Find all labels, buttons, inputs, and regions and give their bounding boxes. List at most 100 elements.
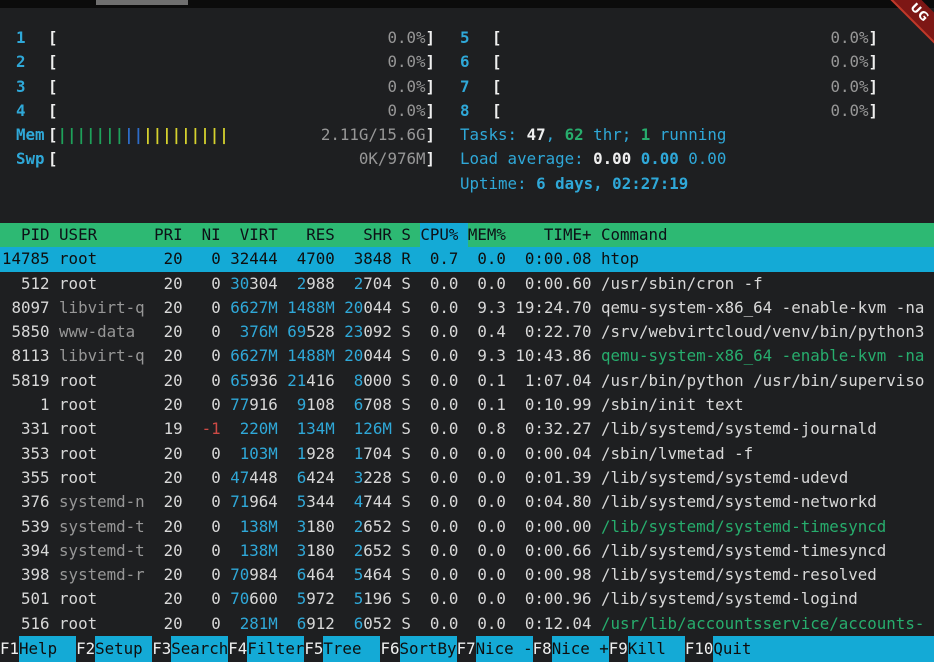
column-gap bbox=[221, 539, 231, 563]
process-row[interactable]: 355root2004744864243228S0.00.00:01.39/li… bbox=[0, 466, 934, 490]
cpu-meter-8-bar bbox=[502, 99, 831, 123]
cpu-meter-2-value: 0.0% bbox=[387, 50, 425, 74]
cell-time: 0:04.80 bbox=[515, 490, 591, 514]
process-row[interactable]: 5819root20065936214168000S0.00.11:07.04/… bbox=[0, 369, 934, 393]
process-row[interactable]: 5850www-data200376M6952823092S0.00.40:22… bbox=[0, 320, 934, 344]
column-gap bbox=[50, 296, 60, 320]
column-gap bbox=[50, 515, 60, 539]
shr-remainder: 744 bbox=[363, 492, 392, 511]
process-row[interactable]: 516root200281M69126052S0.00.00:12.04/usr… bbox=[0, 612, 934, 636]
cell-mem: 0.0 bbox=[468, 563, 506, 587]
column-header-cmd[interactable]: Command bbox=[601, 223, 934, 247]
cell-user: root bbox=[59, 369, 145, 393]
column-gap bbox=[458, 272, 468, 296]
res-remainder: 912 bbox=[306, 614, 335, 633]
column-header-cpu[interactable]: CPU% bbox=[420, 223, 458, 247]
fkey-f8-nice[interactable]: F8Nice + bbox=[533, 636, 609, 662]
fkey-f1-help[interactable]: F1Help bbox=[0, 636, 76, 662]
fkey-f4-filter[interactable]: F4Filter bbox=[228, 636, 304, 662]
fkey-f6-sortby[interactable]: F6SortBy bbox=[380, 636, 456, 662]
shr-magnitude: 3 bbox=[354, 249, 364, 268]
cell-mem: 0.0 bbox=[468, 442, 506, 466]
fkey-f9-kill[interactable]: F9Kill bbox=[609, 636, 685, 662]
cell-cpu: 0.0 bbox=[420, 393, 458, 417]
column-header-time[interactable]: TIME+ bbox=[515, 223, 591, 247]
fkey-key: F4 bbox=[228, 636, 247, 662]
column-gap bbox=[335, 587, 345, 611]
column-header-pid[interactable]: PID bbox=[2, 223, 50, 247]
threads-count: 62 bbox=[565, 125, 584, 144]
scrollbar-thumb[interactable] bbox=[96, 0, 188, 5]
column-gap bbox=[183, 417, 193, 441]
process-row[interactable]: 353root200103M19281704S0.00.00:00.04/sbi… bbox=[0, 442, 934, 466]
res-magnitude: 3 bbox=[297, 541, 307, 560]
fkey-f3-search[interactable]: F3Search bbox=[152, 636, 228, 662]
cell-user: root bbox=[59, 587, 145, 611]
cell-pid: 8097 bbox=[2, 296, 50, 320]
cell-time: 0:00.98 bbox=[515, 563, 591, 587]
process-row[interactable]: 376systemd-n2007196453444744S0.00.00:04.… bbox=[0, 490, 934, 514]
cell-virt: 77916 bbox=[230, 393, 278, 417]
fkey-f10-quit[interactable]: F10Quit bbox=[685, 636, 934, 662]
column-header-shr[interactable]: SHR bbox=[344, 223, 392, 247]
cpu-meter-1: 1[0.0%] bbox=[16, 26, 435, 50]
column-gap bbox=[50, 369, 60, 393]
column-header-mem[interactable]: MEM% bbox=[468, 223, 506, 247]
cell-pid: 5819 bbox=[2, 369, 50, 393]
meter-open-bracket: [ bbox=[492, 26, 502, 50]
cpu-meter-5-label: 5 bbox=[460, 26, 492, 50]
column-header-st[interactable]: S bbox=[401, 223, 411, 247]
cell-res: 3180 bbox=[287, 515, 335, 539]
cell-cmd: /lib/systemd/systemd-journald bbox=[601, 417, 934, 441]
column-header-ni[interactable]: NI bbox=[192, 223, 221, 247]
process-row[interactable]: 8113libvirt-q2006627M1488M20044S0.09.310… bbox=[0, 344, 934, 368]
cell-st: S bbox=[401, 393, 411, 417]
column-gap bbox=[335, 515, 345, 539]
virt-magnitude: 30 bbox=[230, 274, 249, 293]
uptime-value: 6 days, 02:27:19 bbox=[536, 174, 688, 193]
shr-magnitude: 5 bbox=[354, 589, 364, 608]
fkey-key: F5 bbox=[304, 636, 323, 662]
column-gap bbox=[278, 272, 288, 296]
column-gap bbox=[221, 272, 231, 296]
column-gap bbox=[221, 247, 231, 271]
cell-user: systemd-t bbox=[59, 539, 145, 563]
meter-open-bracket: [ bbox=[48, 123, 58, 147]
fkey-f7-nice[interactable]: F7Nice - bbox=[457, 636, 533, 662]
cell-virt: 32444 bbox=[230, 247, 278, 271]
cell-cmd: htop bbox=[601, 247, 934, 271]
res-magnitude: 2 bbox=[297, 274, 307, 293]
meter-open-bracket: [ bbox=[48, 26, 58, 50]
process-row[interactable]: 1root2007791691086708S0.00.10:10.99/sbin… bbox=[0, 393, 934, 417]
column-gap bbox=[335, 442, 345, 466]
mem-meter-segment-yellow: ||||||||| bbox=[143, 125, 229, 144]
column-header-res[interactable]: RES bbox=[287, 223, 335, 247]
column-header-pri[interactable]: PRI bbox=[154, 223, 183, 247]
shr-magnitude: 6 bbox=[354, 395, 364, 414]
fkey-label: Kill bbox=[628, 636, 685, 662]
process-row[interactable]: 331root19-1220M134M126MS0.00.80:32.27/li… bbox=[0, 417, 934, 441]
shr-magnitude: 2 bbox=[354, 517, 364, 536]
process-row[interactable]: 398systemd-r2007098464645464S0.00.00:00.… bbox=[0, 563, 934, 587]
meter-close-bracket: ] bbox=[425, 147, 435, 171]
column-header-virt[interactable]: VIRT bbox=[230, 223, 278, 247]
virt-magnitude: 138M bbox=[240, 541, 278, 560]
fkey-f5-tree[interactable]: F5Tree bbox=[304, 636, 380, 662]
meter-open-bracket: [ bbox=[48, 75, 58, 99]
process-row[interactable]: 14785root2003244447003848R0.70.00:00.08h… bbox=[0, 247, 934, 271]
process-row[interactable]: 539systemd-t200138M31802652S0.00.00:00.0… bbox=[0, 515, 934, 539]
process-row[interactable]: 512root2003030429882704S0.00.00:00.60/us… bbox=[0, 272, 934, 296]
process-row[interactable]: 501root2007060059725196S0.00.00:00.96/li… bbox=[0, 587, 934, 611]
cell-virt: 281M bbox=[230, 612, 278, 636]
cell-pid: 8113 bbox=[2, 344, 50, 368]
process-row[interactable]: 394systemd-t200138M31802652S0.00.00:00.6… bbox=[0, 539, 934, 563]
cell-res: 6912 bbox=[287, 612, 335, 636]
column-gap bbox=[506, 320, 516, 344]
column-gap bbox=[50, 587, 60, 611]
column-header-user[interactable]: USER bbox=[59, 223, 145, 247]
cell-st: S bbox=[401, 320, 411, 344]
column-gap bbox=[278, 296, 288, 320]
fkey-f2-setup[interactable]: F2Setup bbox=[76, 636, 152, 662]
virt-magnitude: 32 bbox=[230, 249, 249, 268]
process-row[interactable]: 8097libvirt-q2006627M1488M20044S0.09.319… bbox=[0, 296, 934, 320]
